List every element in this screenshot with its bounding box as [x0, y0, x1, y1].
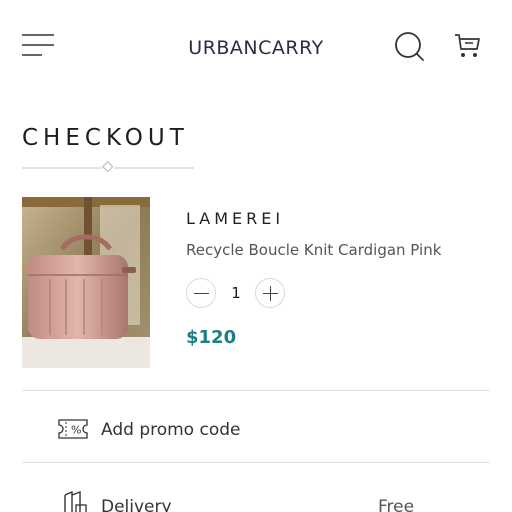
- delivery-row[interactable]: Delivery Free: [22, 463, 490, 512]
- quantity-decrease-button[interactable]: [186, 278, 216, 308]
- promo-ticket-icon: %: [58, 419, 88, 439]
- delivery-label: Delivery: [101, 497, 172, 512]
- delivery-icon: [64, 491, 87, 512]
- search-button[interactable]: [392, 30, 426, 62]
- quantity-increase-button[interactable]: [255, 278, 285, 308]
- title-divider: [22, 160, 194, 174]
- delivery-value: Free: [378, 497, 415, 512]
- quantity-value: 1: [231, 284, 241, 302]
- product-name: Recycle Boucle Knit Cardigan Pink: [186, 241, 442, 259]
- page-title: CHECKOUT: [22, 125, 189, 151]
- cart-button[interactable]: [452, 30, 482, 60]
- cart-icon: [455, 34, 480, 57]
- promo-code-label: Add promo code: [101, 420, 241, 440]
- brand-logo[interactable]: URBANCARRY: [0, 37, 512, 59]
- search-icon: [395, 32, 424, 61]
- promo-code-row[interactable]: % Add promo code: [22, 391, 490, 462]
- svg-text:%: %: [71, 424, 81, 437]
- pink-suitcase-photo: [22, 197, 150, 368]
- product-price: $120: [186, 327, 237, 348]
- app-header: URBANCARRY: [0, 0, 512, 96]
- product-image[interactable]: [22, 197, 150, 368]
- product-brand: LAMEREI: [186, 209, 285, 228]
